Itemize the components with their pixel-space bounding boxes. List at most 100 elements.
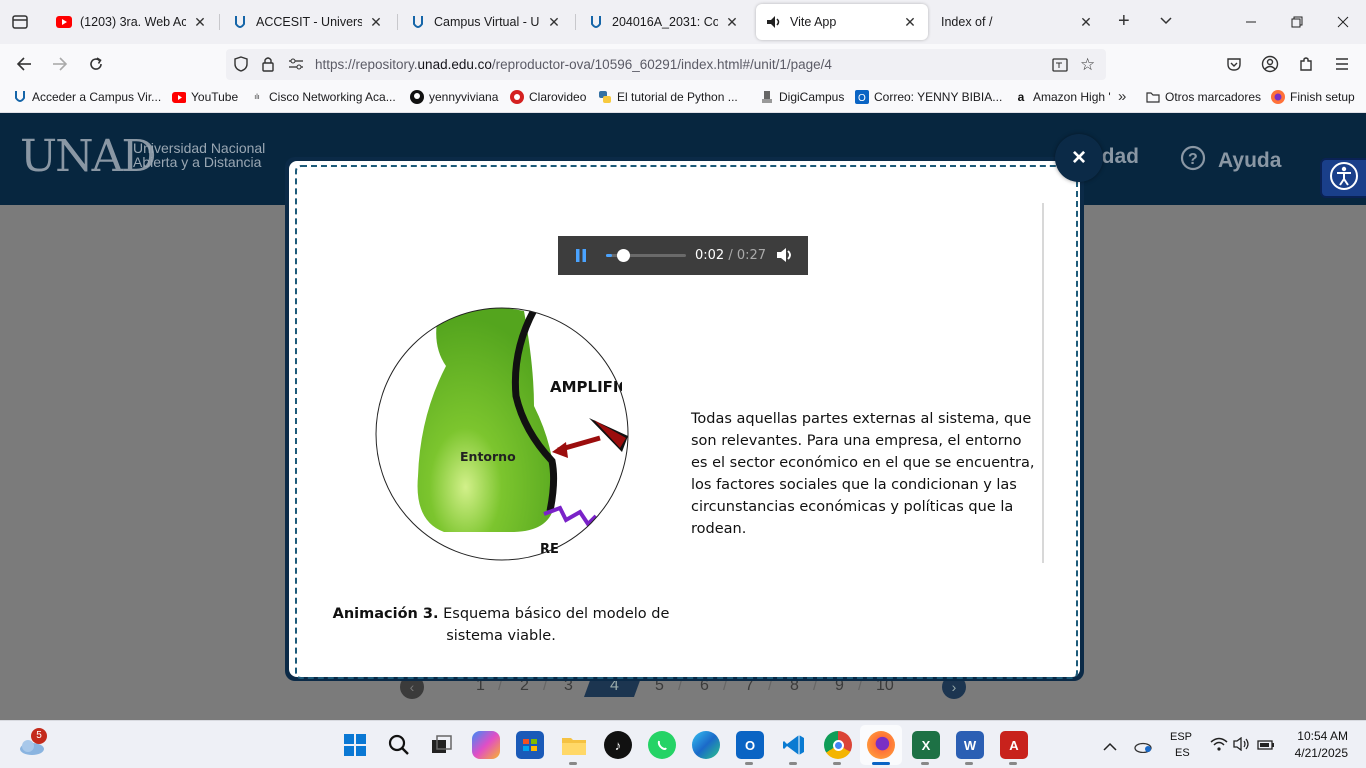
onedrive-icon[interactable]	[1133, 739, 1153, 758]
close-tab-icon[interactable]: ✕	[368, 14, 384, 31]
audio-progress-fill	[606, 254, 612, 257]
forward-icon[interactable]	[45, 50, 75, 78]
viable-system-figure	[374, 306, 630, 562]
volume-tray-icon[interactable]	[1233, 736, 1251, 756]
close-tab-icon[interactable]: ✕	[902, 14, 918, 31]
audio-player	[558, 236, 808, 275]
wifi-icon[interactable]	[1210, 737, 1228, 756]
tab-vite-app[interactable]: Vite App ✕	[756, 4, 928, 40]
tiktok-icon[interactable]: ♪	[604, 731, 632, 759]
finish-setup[interactable]: Finish setup	[1271, 90, 1355, 104]
github-icon	[410, 90, 424, 104]
svg-text:O: O	[858, 93, 866, 104]
taskbar: 5 ♪ O X W A	[0, 720, 1366, 768]
unad-icon	[232, 14, 248, 30]
close-tab-icon[interactable]: ✕	[192, 14, 208, 31]
battery-icon[interactable]	[1257, 738, 1275, 756]
outlook-icon: O	[855, 90, 869, 104]
bookmark-digicampus[interactable]: DigiCampus	[760, 90, 844, 104]
shield-icon[interactable]	[234, 56, 248, 77]
menu-icon[interactable]	[1327, 50, 1357, 78]
bookmark-campus[interactable]: Acceder a Campus Vir...	[13, 90, 161, 104]
restore-icon[interactable]	[1274, 0, 1320, 44]
bookmark-github[interactable]: yennyviviana	[410, 90, 498, 104]
other-bookmarks[interactable]: Otros marcadores	[1146, 90, 1261, 104]
minimize-icon[interactable]	[1228, 0, 1274, 44]
audio-time: 0:02 / 0:27	[695, 248, 767, 263]
tab-list-icon[interactable]	[10, 12, 30, 32]
blob-label: Entorno	[460, 449, 516, 464]
audio-seek-handle[interactable]	[616, 249, 630, 262]
lock-icon[interactable]	[262, 56, 274, 77]
unad-icon	[13, 90, 27, 104]
notification-badge: 5	[31, 728, 47, 744]
close-tab-icon[interactable]: ✕	[1078, 14, 1094, 31]
divider	[1042, 203, 1044, 563]
pause-icon[interactable]	[575, 249, 587, 267]
tab-accesit[interactable]: ACCESIT - Universidad ✕	[222, 4, 394, 40]
more-bookmarks-icon[interactable]: »	[1118, 88, 1126, 105]
close-window-icon[interactable]	[1320, 0, 1366, 44]
vscode-icon[interactable]	[780, 731, 808, 759]
translate-icon[interactable]	[1052, 57, 1068, 78]
python-icon	[598, 90, 612, 104]
close-tab-icon[interactable]: ✕	[546, 14, 562, 31]
windows-start-icon[interactable]	[341, 731, 369, 759]
logo-line-1: Universidad Nacional	[133, 140, 266, 156]
tab-campus-virtual[interactable]: Campus Virtual - Unive ✕	[400, 4, 572, 40]
tab-youtube[interactable]: (1203) 3ra. Web Acadé ✕	[46, 4, 218, 40]
bookmark-cisco[interactable]: ılı Cisco Networking Aca...	[250, 90, 395, 104]
figure-caption: Animación 3. Esquema básico del modelo d…	[332, 606, 670, 644]
edge-icon[interactable]	[692, 731, 720, 759]
bookmark-python[interactable]: El tutorial de Python ...	[598, 90, 738, 104]
unad-icon	[410, 14, 426, 30]
accessibility-button[interactable]	[1320, 158, 1366, 198]
header-help[interactable]: ? Ayuda	[1180, 145, 1281, 177]
bookmark-star-icon[interactable]: ☆	[1080, 55, 1095, 75]
close-tab-icon[interactable]: ✕	[724, 14, 740, 31]
amazon-icon: a	[1017, 90, 1025, 104]
input-language-sub: ES	[1175, 747, 1190, 759]
store-icon[interactable]	[516, 731, 544, 759]
help-icon: ?	[1180, 145, 1206, 177]
search-icon[interactable]	[385, 731, 413, 759]
digicampus-icon	[760, 90, 774, 104]
chevron-up-icon[interactable]	[1103, 739, 1117, 757]
bookmark-outlook[interactable]: O Correo: YENNY BIBIA...	[855, 90, 1002, 104]
permissions-icon[interactable]	[288, 57, 304, 76]
close-modal-button[interactable]: ×	[1055, 134, 1103, 182]
chevron-down-icon[interactable]	[1158, 12, 1174, 33]
acrobat-icon[interactable]: A	[1000, 731, 1028, 759]
clarovideo-icon	[510, 90, 524, 104]
tab-index-of[interactable]: Index of / ✕	[932, 4, 1104, 40]
cisco-icon: ılı	[254, 93, 260, 101]
outlook-icon[interactable]: O	[736, 731, 764, 759]
volume-icon[interactable]	[776, 247, 794, 268]
svg-text:?: ?	[1188, 151, 1198, 168]
firefox-icon[interactable]	[867, 731, 895, 759]
audio-progress-track[interactable]	[606, 249, 686, 262]
task-view-icon[interactable]	[428, 731, 456, 759]
back-icon[interactable]	[9, 50, 39, 78]
whatsapp-icon[interactable]	[648, 731, 676, 759]
clock-date[interactable]: 4/21/2025	[1280, 746, 1348, 760]
clock-time[interactable]: 10:54 AM	[1290, 729, 1348, 743]
folder-icon	[1146, 90, 1160, 104]
address-bar[interactable]: https://repository.unad.edu.co/reproduct…	[226, 49, 1106, 80]
copilot-icon[interactable]	[472, 731, 500, 759]
new-tab-icon[interactable]: +	[1118, 10, 1130, 33]
bookmark-youtube[interactable]: YouTube	[172, 90, 238, 104]
extensions-icon[interactable]	[1291, 50, 1321, 78]
bookmark-clarovideo[interactable]: Clarovideo	[510, 90, 586, 104]
reload-icon[interactable]	[81, 50, 111, 78]
tab-course-content[interactable]: 204016A_2031: Conter ✕	[578, 4, 750, 40]
description-text: Todas aquellas partes externas al sistem…	[691, 411, 1035, 537]
file-explorer-icon[interactable]	[560, 731, 588, 759]
input-language[interactable]: ESP	[1170, 731, 1192, 743]
bookmark-amazon[interactable]: a Amazon High '	[1014, 90, 1111, 104]
account-icon[interactable]	[1255, 50, 1285, 78]
excel-icon[interactable]: X	[912, 731, 940, 759]
chrome-icon[interactable]	[824, 731, 852, 759]
pocket-icon[interactable]	[1219, 50, 1249, 78]
word-icon[interactable]: W	[956, 731, 984, 759]
